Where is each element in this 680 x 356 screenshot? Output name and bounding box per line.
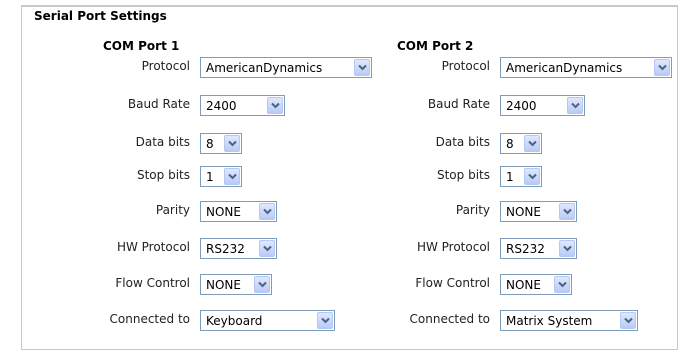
panel-title: Serial Port Settings [34, 9, 167, 23]
port1-hw-protocol-dropdown[interactable]: RS232 [200, 238, 277, 259]
port1-flow-control-dropdown[interactable]: NONE [200, 274, 272, 295]
port2-parity-label: Parity [455, 203, 490, 217]
com-port-1-title: COM Port 1 [103, 39, 180, 53]
chevron-down-icon[interactable] [524, 168, 540, 185]
chevron-down-icon[interactable] [224, 135, 240, 152]
port2-stop-bits-dropdown[interactable]: 1 [500, 166, 542, 187]
port1-hw-protocol-value: RS232 [206, 242, 245, 256]
port1-stop-bits-value: 1 [206, 170, 214, 184]
chevron-down-icon[interactable] [559, 240, 575, 257]
port2-stop-bits-value: 1 [506, 170, 514, 184]
port2-hw-protocol-dropdown[interactable]: RS232 [500, 238, 577, 259]
port1-parity-label: Parity [155, 203, 190, 217]
port1-baud-rate-dropdown[interactable]: 2400 [200, 95, 285, 116]
chevron-down-icon[interactable] [267, 97, 283, 114]
port2-flow-control-value: NONE [506, 278, 541, 292]
port1-connected-to-label: Connected to [109, 312, 190, 326]
port2-stop-bits-label: Stop bits [436, 168, 490, 182]
port2-data-bits-dropdown[interactable]: 8 [500, 133, 542, 154]
port2-baud-rate-value: 2400 [506, 99, 537, 113]
port1-data-bits-dropdown[interactable]: 8 [200, 133, 242, 154]
port2-data-bits-value: 8 [506, 137, 514, 151]
com-port-2-title: COM Port 2 [397, 39, 474, 53]
chevron-down-icon[interactable] [524, 135, 540, 152]
port1-data-bits-label: Data bits [135, 135, 190, 149]
port2-connected-to-value: Matrix System [506, 314, 593, 328]
port1-parity-value: NONE [206, 205, 241, 219]
port2-hw-protocol-value: RS232 [506, 242, 545, 256]
port1-baud-rate-label: Baud Rate [127, 97, 190, 111]
chevron-down-icon[interactable] [654, 59, 670, 76]
port1-stop-bits-dropdown[interactable]: 1 [200, 166, 242, 187]
port1-flow-control-value: NONE [206, 278, 241, 292]
port1-connected-to-value: Keyboard [206, 314, 263, 328]
port1-parity-dropdown[interactable]: NONE [200, 201, 277, 222]
port2-connected-to-dropdown[interactable]: Matrix System [500, 310, 638, 331]
port2-parity-value: NONE [506, 205, 541, 219]
port2-data-bits-label: Data bits [435, 135, 490, 149]
port1-data-bits-value: 8 [206, 137, 214, 151]
port1-hw-protocol-label: HW Protocol [116, 240, 190, 254]
port2-protocol-dropdown[interactable]: AmericanDynamics [500, 57, 672, 78]
chevron-down-icon[interactable] [259, 203, 275, 220]
port1-stop-bits-label: Stop bits [136, 168, 190, 182]
port2-flow-control-dropdown[interactable]: NONE [500, 274, 572, 295]
chevron-down-icon[interactable] [620, 312, 636, 329]
port2-protocol-label: Protocol [441, 59, 490, 73]
chevron-down-icon[interactable] [559, 203, 575, 220]
port2-connected-to-label: Connected to [409, 312, 490, 326]
port1-flow-control-label: Flow Control [115, 276, 190, 290]
chevron-down-icon[interactable] [567, 97, 583, 114]
port2-protocol-value: AmericanDynamics [506, 61, 623, 75]
port1-protocol-label: Protocol [141, 59, 190, 73]
port2-hw-protocol-label: HW Protocol [416, 240, 490, 254]
port2-baud-rate-dropdown[interactable]: 2400 [500, 95, 585, 116]
chevron-down-icon[interactable] [224, 168, 240, 185]
chevron-down-icon[interactable] [554, 276, 570, 293]
port2-baud-rate-label: Baud Rate [427, 97, 490, 111]
port2-flow-control-label: Flow Control [415, 276, 490, 290]
port1-baud-rate-value: 2400 [206, 99, 237, 113]
port2-parity-dropdown[interactable]: NONE [500, 201, 577, 222]
chevron-down-icon[interactable] [254, 276, 270, 293]
chevron-down-icon[interactable] [259, 240, 275, 257]
